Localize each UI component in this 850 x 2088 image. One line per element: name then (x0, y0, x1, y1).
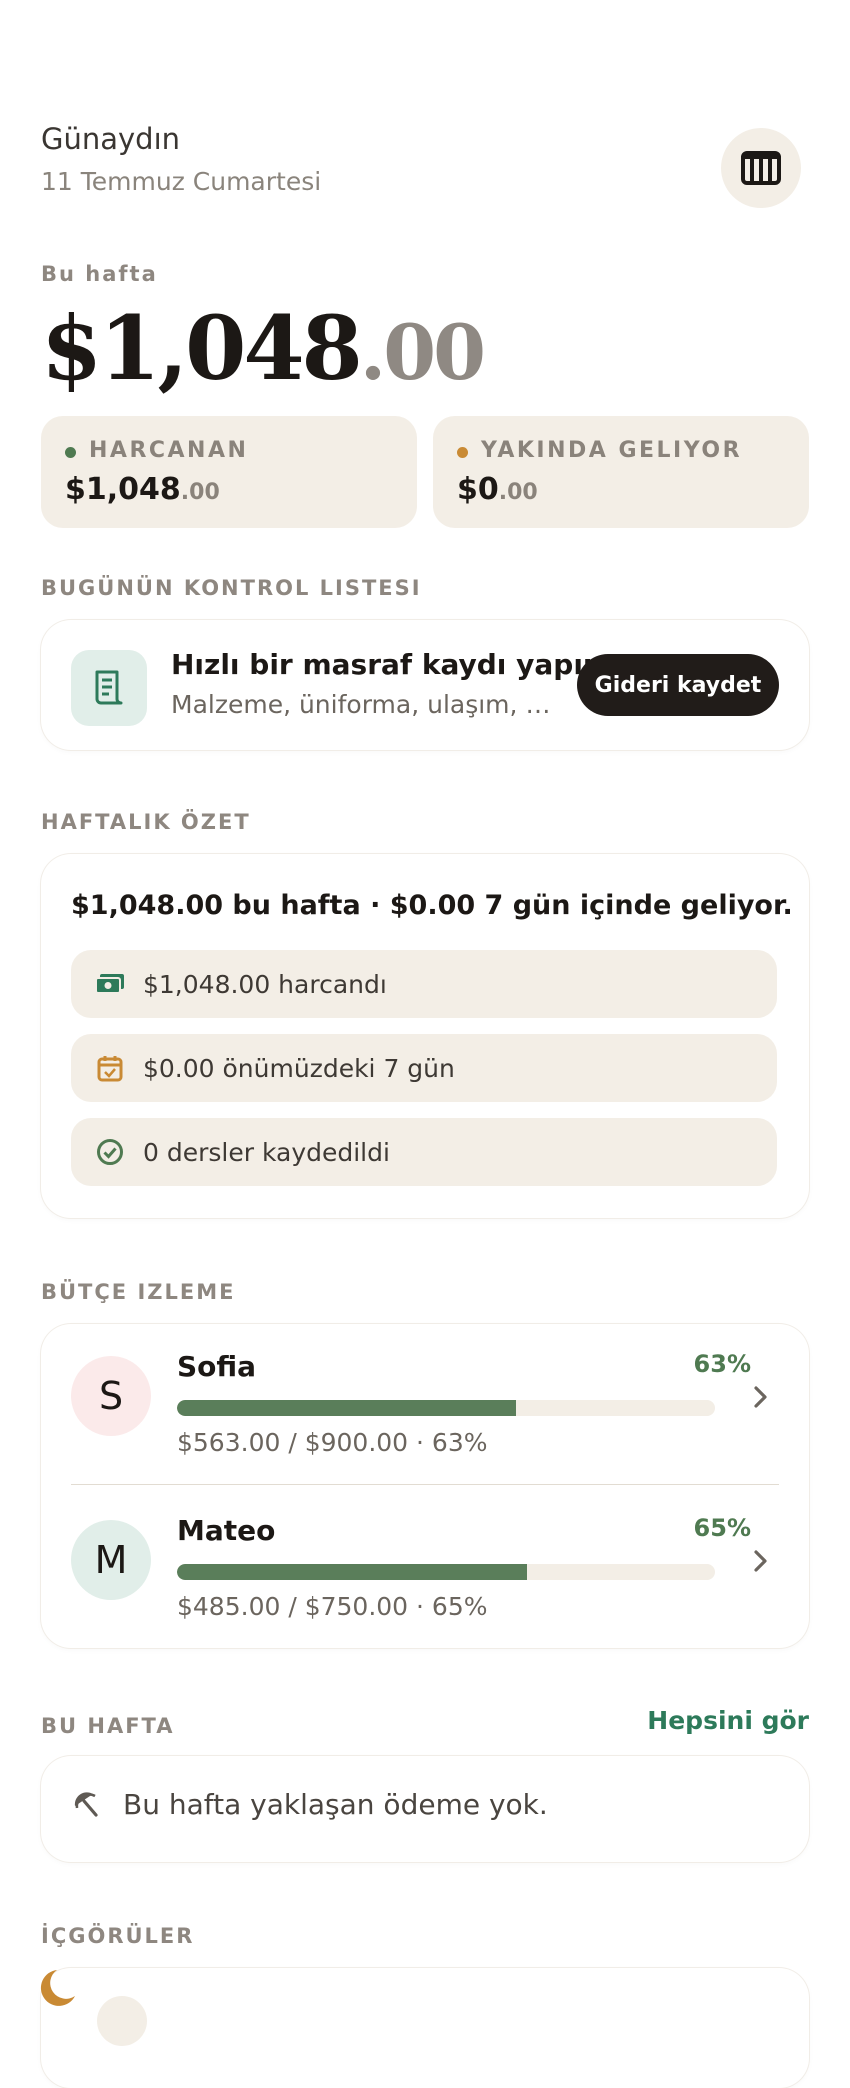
upcoming-label: YAKINDA GELIYOR (481, 438, 743, 463)
this-week-section-label: BU HAFTA (41, 1714, 175, 1738)
spent-label: HARCANAN (89, 438, 249, 463)
week-label: Bu hafta (41, 262, 158, 286)
summary-section-label: HAFTALIK ÖZET (41, 810, 251, 834)
upcoming-value-cents: .00 (498, 480, 538, 505)
spent-card[interactable]: HARCANAN $1,048.00 (41, 416, 417, 528)
stat-text: 0 dersler kaydedildi (143, 1137, 390, 1167)
calendar-button[interactable] (721, 128, 801, 208)
upcoming-payments-card: Bu hafta yaklaşan ödeme yok. (41, 1756, 809, 1862)
receipt-icon (95, 670, 123, 705)
stat-row-spent[interactable]: $1,048.00 harcandı (71, 950, 777, 1018)
avatar: S (71, 1356, 151, 1436)
budget-detail: $563.00 / $900.00 · 63% (177, 1428, 488, 1457)
insight-avatar (97, 1996, 147, 2046)
log-expense-button[interactable]: Gideri kaydet (577, 654, 779, 716)
upcoming-value-whole: $0 (457, 472, 499, 507)
spent-value: $1,048.00 (65, 472, 220, 507)
greeting: Günaydın (41, 122, 181, 156)
moon-icon (40, 1970, 75, 2006)
budget-section-label: BÜTÇE IZLEME (41, 1280, 236, 1304)
receipt-tile (71, 650, 147, 726)
spent-value-whole: $1,048 (65, 472, 181, 507)
quick-expense-subtitle: Malzeme, üniforma, ulaşım, yiyecek… (171, 690, 563, 719)
avatar: M (71, 1520, 151, 1600)
budget-percent: 63% (693, 1350, 751, 1378)
week-total-whole: $1,048 (41, 296, 363, 400)
budget-name: Sofia (177, 1350, 257, 1383)
budget-progress-track (177, 1400, 715, 1416)
budget-progress-track (177, 1564, 715, 1580)
insights-section-label: İÇGÖRÜLER (41, 1924, 195, 1948)
stat-row-lessons[interactable]: 0 dersler kaydedildi (71, 1118, 777, 1186)
budget-detail: $485.00 / $750.00 · 65% (177, 1592, 488, 1621)
chevron-right-icon (754, 1386, 767, 1408)
insights-card (40, 1968, 809, 2088)
budget-card: S Sofia 63% $563.00 / $900.00 · 63% M Ma… (41, 1324, 809, 1648)
budget-row-mateo[interactable]: M Mateo 65% $485.00 / $750.00 · 65% (41, 1488, 809, 1648)
week-total: $1,048.00 (41, 296, 486, 400)
quick-expense-card: Hızlı bir masraf kaydı yapın Malzeme, ün… (41, 620, 809, 750)
chevron-right-icon (754, 1550, 767, 1572)
upcoming-value: $0.00 (457, 472, 538, 507)
calendar-grid-icon (741, 151, 781, 185)
spent-value-cents: .00 (180, 480, 220, 505)
budget-progress-fill (177, 1564, 527, 1580)
umbrella-icon (74, 1792, 98, 1817)
week-total-cents: .00 (359, 308, 486, 397)
budget-name: Mateo (177, 1514, 276, 1547)
upcoming-card[interactable]: YAKINDA GELIYOR $0.00 (433, 416, 809, 528)
budget-progress-fill (177, 1400, 516, 1416)
budget-row-sofia[interactable]: S Sofia 63% $563.00 / $900.00 · 63% (41, 1324, 809, 1485)
summary-headline: $1,048.00 bu hafta · $0.00 7 gün içinde … (71, 890, 793, 921)
spent-dot (65, 447, 76, 458)
stat-text: $1,048.00 harcandı (143, 969, 387, 999)
weekly-summary-card: $1,048.00 bu hafta · $0.00 7 gün içinde … (41, 854, 809, 1218)
upcoming-dot (457, 447, 468, 458)
cash-icon (95, 969, 125, 999)
check-circle-icon (95, 1137, 125, 1167)
stat-row-upcoming[interactable]: $0.00 önümüzdeki 7 gün (71, 1034, 777, 1102)
quick-expense-title: Hızlı bir masraf kaydı yapın (171, 648, 603, 681)
calendar-check-icon (95, 1053, 125, 1083)
date-label: 11 Temmuz Cumartesi (41, 167, 322, 196)
budget-percent: 65% (693, 1514, 751, 1542)
stat-text: $0.00 önümüzdeki 7 gün (143, 1053, 455, 1083)
no-payments-text: Bu hafta yaklaşan ödeme yok. (123, 1788, 548, 1821)
checklist-section-label: BUGÜNÜN KONTROL LISTESI (41, 576, 422, 600)
divider (71, 1484, 779, 1485)
see-all-link[interactable]: Hepsini gör (647, 1706, 809, 1735)
